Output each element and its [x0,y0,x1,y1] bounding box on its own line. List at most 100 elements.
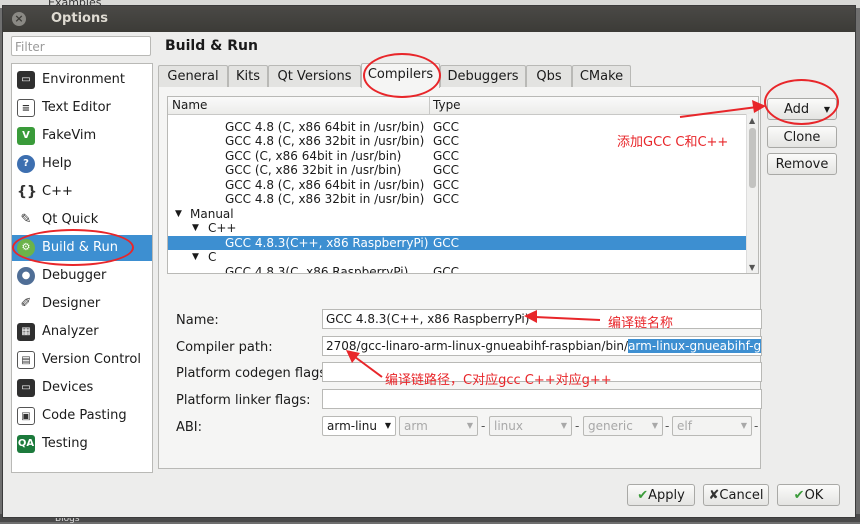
devices-icon: ▭ [17,379,35,397]
sidebar-item-label: Code Pasting [42,408,127,423]
platform-codegen-flags-label: Platform codegen flags: [176,366,331,381]
row-name: GCC 4.8.3(C, x86 RaspberryPi) [225,265,409,274]
row-type: GCC [433,120,460,134]
row-type: GCC [433,134,460,148]
scroll-thumb[interactable] [749,128,756,188]
scroll-down-icon[interactable]: ▼ [749,263,755,272]
sidebar-item-designer[interactable]: ✐ Designer [12,291,152,317]
abi-separator: - [754,419,759,433]
sidebar-item-cpp[interactable]: {} C++ [12,179,152,205]
table-row[interactable]: GCC (C, x86 64bit in /usr/bin) GCC [168,149,746,163]
abi-separator: - [665,419,670,433]
sidebar-item-text-editor[interactable]: ≡ Text Editor [12,95,152,121]
sidebar-item-help[interactable]: ? Help [12,151,152,177]
tree-group-cpp[interactable]: ▼ C++ [168,221,746,235]
version-control-icon: ▤ [17,351,35,369]
clone-button[interactable]: Clone [767,126,837,148]
tab-kits[interactable]: Kits [228,65,268,87]
monitor-icon: ▭ [17,71,35,89]
tab-qt-versions[interactable]: Qt Versions [268,65,361,87]
tab-qbs[interactable]: Qbs [526,65,572,87]
sidebar-item-label: Qt Quick [42,212,99,227]
row-type: GCC [433,149,460,163]
sidebar-item-fakevim[interactable]: V FakeVim [12,123,152,149]
scroll-up-icon[interactable]: ▲ [749,116,755,125]
window-title: Options [51,11,108,26]
sidebar-item-label: Environment [42,72,126,87]
cpp-braces-icon: {} [17,184,37,200]
compilers-tree[interactable]: Name Type GCC 4.8 (C, x86 64bit in /usr/… [167,96,759,274]
page-title: Build & Run [165,38,258,54]
platform-linker-flags-field[interactable] [322,389,762,409]
annotation-name-note: 编译链名称 [608,316,674,331]
vertical-scrollbar[interactable]: ▲ ▼ [746,114,758,273]
sidebar-item-debugger[interactable]: ● Debugger [12,263,152,289]
row-name: GCC (C, x86 64bit in /usr/bin) [225,149,402,163]
expand-arrow-icon[interactable]: ▼ [175,207,182,221]
name-field[interactable]: GCC 4.8.3(C++, x86 RaspberryPi) [322,309,762,329]
cancel-button[interactable]: ✘Cancel [703,484,769,506]
fakevim-icon: V [17,127,35,145]
column-header-name[interactable]: Name [172,98,207,112]
row-name: GCC 4.8 (C, x86 32bit in /usr/bin) [225,192,425,206]
sidebar-item-label: Debugger [42,268,107,283]
close-icon[interactable]: × [12,12,26,26]
sidebar-item-label: C++ [42,184,73,199]
tree-group-manual[interactable]: ▼ Manual [168,207,746,221]
sidebar-item-analyzer[interactable]: ▦ Analyzer [12,319,152,345]
column-header-type[interactable]: Type [433,98,461,112]
compiler-path-selected-text: arm-linux-gnueabihf-g++ [628,339,761,353]
apply-button[interactable]: ✔Apply [627,484,695,506]
abi-flavor-value: generic [588,419,633,433]
abi-architecture-select: arm ▼ [399,416,478,436]
tab-cmake[interactable]: CMake [572,65,631,87]
abi-select[interactable]: arm-linu ▼ [322,416,396,436]
row-name: GCC 4.8.3(C++, x86 RaspberryPi) [225,236,429,250]
abi-format-select: elf ▼ [672,416,752,436]
cancel-button-label: Cancel [719,488,764,503]
category-sidebar: ▭ Environment ≡ Text Editor V FakeVim ? … [11,63,153,473]
sidebar-item-label: FakeVim [42,128,97,143]
annotation-add-note: 添加GCC C和C++ [617,135,729,150]
row-type: GCC [433,178,460,192]
expand-arrow-icon[interactable]: ▼ [192,221,199,235]
column-divider [429,97,430,114]
debugger-icon: ● [17,267,35,285]
ok-button[interactable]: ✔OK [777,484,840,506]
table-row[interactable]: GCC 4.8 (C, x86 32bit in /usr/bin) GCC [168,192,746,206]
table-row[interactable]: GCC 4.8 (C, x86 64bit in /usr/bin) GCC [168,178,746,192]
name-label: Name: [176,313,219,328]
sidebar-item-code-pasting[interactable]: ▣ Code Pasting [12,403,152,429]
sidebar-item-environment[interactable]: ▭ Environment [12,67,152,93]
compiler-path-field[interactable]: 2708/gcc-linaro-arm-linux-gnueabihf-rasp… [322,336,762,356]
sidebar-item-testing[interactable]: QA Testing [12,431,152,457]
row-name: C [208,250,217,264]
row-name: Manual [190,207,234,221]
code-pasting-icon: ▣ [17,407,35,425]
remove-button[interactable]: Remove [767,153,837,175]
check-icon: ✔ [793,488,805,503]
chevron-down-icon: ▼ [466,421,473,430]
check-icon: ✔ [637,488,649,503]
abi-architecture-value: arm [404,419,428,433]
tab-debuggers[interactable]: Debuggers [440,65,526,87]
designer-icon: ✐ [20,296,32,311]
table-row-selected[interactable]: GCC 4.8.3(C++, x86 RaspberryPi) GCC [168,236,746,250]
table-row[interactable]: GCC (C, x86 32bit in /usr/bin) GCC [168,163,746,177]
tree-group-c[interactable]: ▼ C [168,250,746,264]
sidebar-item-label: Text Editor [42,100,111,115]
expand-arrow-icon[interactable]: ▼ [192,250,199,264]
help-icon: ? [17,155,35,173]
row-type: GCC [433,236,460,250]
filter-input[interactable]: Filter [11,36,151,56]
abi-flavor-select: generic ▼ [583,416,663,436]
tab-general[interactable]: General [158,65,228,87]
annotation-circle-build-run [12,229,134,266]
sidebar-item-devices[interactable]: ▭ Devices [12,375,152,401]
sidebar-item-version-control[interactable]: ▤ Version Control [12,347,152,373]
sidebar-item-label: Designer [42,296,101,311]
row-name: C++ [208,221,237,235]
abi-label: ABI: [176,420,203,435]
table-row[interactable]: GCC 4.8.3(C, x86 RaspberryPi) GCC [168,265,746,274]
chevron-down-icon: ▼ [740,421,747,430]
